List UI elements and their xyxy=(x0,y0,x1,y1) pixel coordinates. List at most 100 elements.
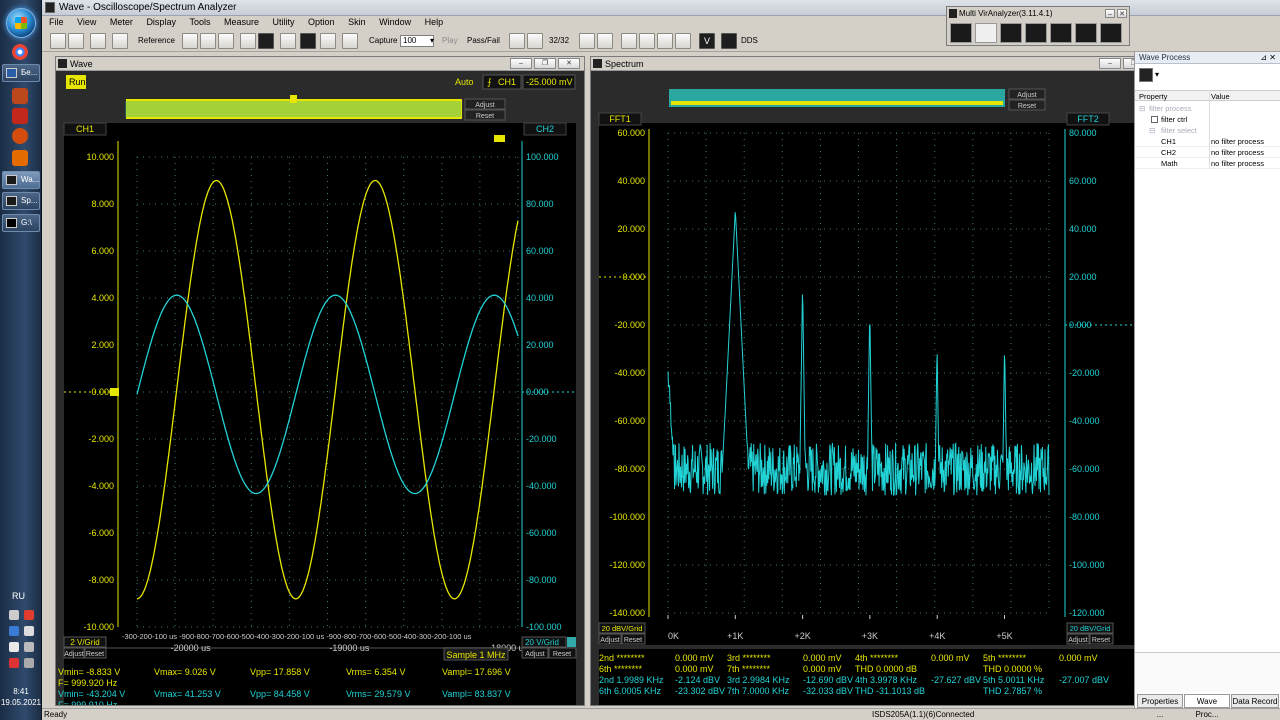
filter-ctrl-checkbox[interactable] xyxy=(1151,116,1158,123)
menu-view[interactable]: View xyxy=(73,16,100,28)
xy-mode-icon[interactable] xyxy=(1000,23,1022,43)
layout-3-icon[interactable] xyxy=(657,33,673,49)
taskbar-btn-1[interactable]: Бе... xyxy=(2,64,40,82)
tray-icon-security[interactable] xyxy=(9,658,19,668)
menu-skin[interactable]: Skin xyxy=(344,16,370,28)
grid-icon[interactable] xyxy=(200,33,216,49)
crosshair-icon[interactable] xyxy=(182,33,198,49)
tray-icon-network[interactable] xyxy=(9,626,19,636)
spectrum-overview-window[interactable] xyxy=(671,101,1003,105)
spectrum-left-tick: -40.000 xyxy=(614,368,645,378)
filter-row-ch1[interactable]: CH1 no filter process xyxy=(1135,136,1280,147)
next-frame-icon[interactable] xyxy=(579,33,595,49)
help-icon[interactable] xyxy=(112,33,128,49)
multi-close-button[interactable]: ✕ xyxy=(1117,9,1127,18)
menu-utility[interactable]: Utility xyxy=(269,16,299,28)
layout-1-icon[interactable] xyxy=(621,33,637,49)
tray-icon-device[interactable] xyxy=(24,626,34,636)
tray-icon-volume[interactable] xyxy=(24,642,34,652)
ch1-offset-marker[interactable] xyxy=(110,388,119,396)
last-frame-icon[interactable] xyxy=(597,33,613,49)
new-file-icon[interactable] xyxy=(50,33,66,49)
wave-process-pin-icon[interactable]: ⊿ ✕ xyxy=(1260,53,1276,62)
tray-icon-keyboard[interactable] xyxy=(9,610,19,620)
wave-process-tool-icon[interactable] xyxy=(1139,68,1153,82)
app-icon-3[interactable] xyxy=(12,128,28,144)
spectrum-mode-icon[interactable] xyxy=(975,23,997,43)
ch2-scale-dropdown-icon[interactable] xyxy=(567,637,576,647)
filter-ctrl-row[interactable]: filter ctrl xyxy=(1135,114,1280,125)
collapse-icon[interactable]: ⊟ xyxy=(1139,104,1145,113)
filter-mode-icon[interactable] xyxy=(1050,23,1072,43)
filter-process-group[interactable]: ⊟ filter process xyxy=(1135,103,1280,114)
capture-dropdown-icon[interactable]: ▾ xyxy=(430,36,434,45)
app-icon-2[interactable] xyxy=(12,108,28,124)
trigger-position-marker[interactable] xyxy=(290,95,297,103)
layout-2-icon[interactable] xyxy=(639,33,655,49)
bars-icon[interactable] xyxy=(218,33,234,49)
wave-restore-button[interactable]: ❐ xyxy=(534,58,556,69)
clock-time[interactable]: 8:41 xyxy=(0,687,42,696)
menu-measure[interactable]: Measure xyxy=(220,16,263,28)
prev-frame-icon[interactable] xyxy=(527,33,543,49)
filter-row-value[interactable]: no filter process xyxy=(1211,137,1264,146)
trigger-level-marker[interactable] xyxy=(494,135,505,142)
app-icon-1[interactable] xyxy=(12,88,28,104)
menu-tools[interactable]: Tools xyxy=(185,16,214,28)
save-icon[interactable] xyxy=(68,33,84,49)
first-frame-icon[interactable] xyxy=(509,33,525,49)
tab-data-record[interactable]: Data Record xyxy=(1231,694,1279,708)
print-icon[interactable] xyxy=(342,33,358,49)
freq-response-icon[interactable] xyxy=(1075,23,1097,43)
language-indicator[interactable]: RU xyxy=(12,591,25,601)
chrome-icon[interactable] xyxy=(12,44,28,60)
menu-option[interactable]: Option xyxy=(304,16,339,28)
play-button[interactable]: Play xyxy=(442,36,458,45)
menu-file[interactable]: File xyxy=(45,16,68,28)
menu-window[interactable]: Window xyxy=(375,16,415,28)
taskbar-btn-spectrum[interactable]: Sp... xyxy=(2,192,40,210)
start-button[interactable] xyxy=(6,8,36,38)
wave-scope[interactable]: Run Auto ⨍ CH1 -25.000 mVAdjustResetCH1 CH210… xyxy=(56,71,584,705)
filter-row-math[interactable]: Math no filter process xyxy=(1135,158,1280,169)
clock-date[interactable]: 19.05.2021 xyxy=(0,698,42,707)
dds-button[interactable]: DDS xyxy=(741,36,758,45)
wave-close-button[interactable]: ✕ xyxy=(558,58,580,69)
spectrum-scope[interactable]: Adjust Reset FFT1 FFT2 60.000 80.000 40.000 60.… xyxy=(591,71,1173,705)
layout-4-icon[interactable] xyxy=(675,33,691,49)
spectrum-minimize-button[interactable]: – xyxy=(1099,58,1121,69)
filter-row-ch2[interactable]: CH2 no filter process xyxy=(1135,147,1280,158)
tray-icon-flag[interactable] xyxy=(9,642,19,652)
zoom-icon[interactable] xyxy=(258,33,274,49)
marker-icon[interactable] xyxy=(240,33,256,49)
wave-minimize-button[interactable]: – xyxy=(510,58,532,69)
bandpass-mode-icon[interactable] xyxy=(1100,23,1122,43)
filter-row-value[interactable]: no filter process xyxy=(1211,159,1264,168)
menu-help[interactable]: Help xyxy=(421,16,448,28)
multi-minimize-button[interactable]: – xyxy=(1105,9,1115,18)
back-icon[interactable] xyxy=(90,33,106,49)
color-icon[interactable] xyxy=(320,33,336,49)
tray-icon-alert[interactable] xyxy=(24,610,34,620)
tray-icon-power[interactable] xyxy=(24,658,34,668)
tab-properties[interactable]: Properties ... xyxy=(1137,694,1183,719)
tab-wave-process[interactable]: Wave Proc... xyxy=(1184,694,1230,719)
wave-process-dropdown-icon[interactable]: ▾ xyxy=(1155,70,1159,79)
cursor-icon[interactable] xyxy=(280,33,296,49)
menu-meter[interactable]: Meter xyxy=(106,16,137,28)
filter-select-group[interactable]: ⊟ filter select xyxy=(1135,125,1280,136)
app-icon-4[interactable] xyxy=(12,150,28,166)
taskbar-btn-wave[interactable]: Wa... xyxy=(2,171,40,189)
voltmeter-icon[interactable]: V xyxy=(699,33,715,49)
line-icon[interactable] xyxy=(300,33,316,49)
reference-button[interactable]: Reference xyxy=(138,36,175,45)
capture-count-input[interactable]: 100 xyxy=(400,35,434,47)
collapse-icon[interactable]: ⊟ xyxy=(1149,126,1155,135)
dds-icon[interactable] xyxy=(721,33,737,49)
filter-row-value[interactable]: no filter process xyxy=(1211,148,1264,157)
pass-fail-button[interactable]: Pass/Fail xyxy=(467,36,500,45)
taskbar-btn-console[interactable]: G:\ xyxy=(2,214,40,232)
menu-display[interactable]: Display xyxy=(142,16,180,28)
oscilloscope-mode-icon[interactable] xyxy=(950,23,972,43)
pulse-mode-icon[interactable] xyxy=(1025,23,1047,43)
